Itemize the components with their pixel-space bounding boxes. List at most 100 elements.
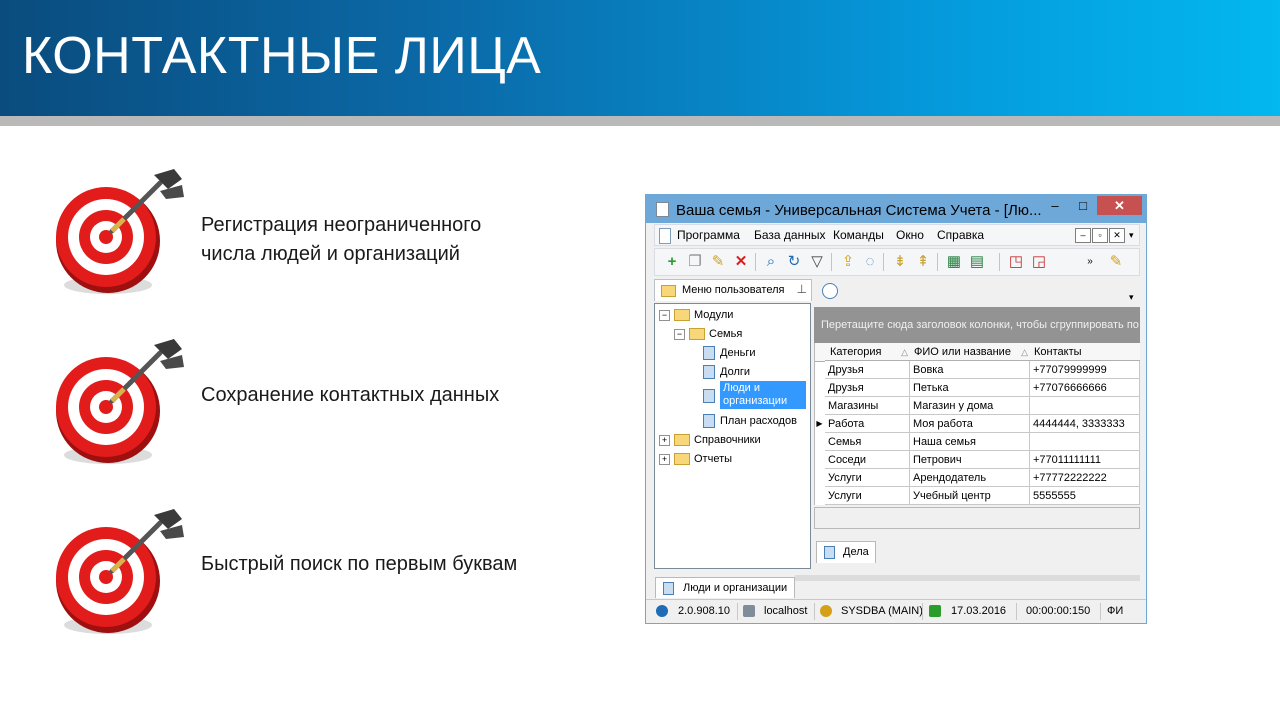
cell-contacts[interactable]: 5555555 bbox=[1030, 487, 1140, 505]
menu-item-commands[interactable]: Команды bbox=[833, 228, 884, 242]
tree-collapse-icon[interactable]: ⇞ bbox=[914, 253, 932, 271]
status-version: 2.0.908.10 bbox=[678, 605, 730, 617]
collapse-icon[interactable]: − bbox=[659, 309, 670, 321]
tab-tasks[interactable]: Дела bbox=[816, 541, 876, 563]
group-by-panel[interactable]: Перетащите сюда заголовок колонки, чтобы… bbox=[814, 307, 1140, 343]
cell-name[interactable]: Вовка bbox=[910, 361, 1030, 379]
excel-export-icon[interactable]: ▦ bbox=[945, 253, 963, 271]
cell-contacts[interactable]: 4444444, 3333333 bbox=[1030, 415, 1140, 433]
tree-node-people-orgs[interactable]: Люди и организации bbox=[703, 381, 807, 411]
window-titlebar[interactable]: Ваша семья - Универсальная Система Учета… bbox=[646, 195, 1146, 223]
cell-contacts[interactable]: +77076666666 bbox=[1030, 379, 1140, 397]
column-header-contacts[interactable]: Контакты bbox=[1030, 343, 1140, 361]
clock-icon[interactable] bbox=[822, 283, 838, 299]
mdi-close-icon[interactable]: ✕ bbox=[1109, 228, 1125, 243]
filter-icon[interactable]: ▽ bbox=[808, 253, 826, 271]
column-header-name[interactable]: ФИО или название △ bbox=[910, 343, 1030, 361]
menu-item-window[interactable]: Окно bbox=[896, 228, 924, 242]
mdi-minimize-icon[interactable]: – bbox=[1075, 228, 1091, 243]
export-icon[interactable]: ⇪ bbox=[839, 253, 857, 271]
target-icon bbox=[56, 169, 184, 294]
tree-node-expense-plan[interactable]: План расходов bbox=[703, 412, 797, 430]
tree-node-debts[interactable]: Долги bbox=[703, 363, 750, 381]
navigation-tree: − Модули − Семья Деньги Долги Люди и орган… bbox=[654, 303, 811, 569]
cell-name[interactable]: Петрович bbox=[910, 451, 1030, 469]
grid-footer bbox=[814, 507, 1140, 529]
pin-icon[interactable]: ⊥ bbox=[797, 282, 807, 296]
status-server: localhost bbox=[764, 605, 808, 617]
add-icon[interactable]: + bbox=[663, 253, 681, 271]
settings-icon[interactable]: ✎ bbox=[1107, 253, 1125, 271]
tree-node-references[interactable]: + Справочники bbox=[659, 431, 761, 449]
user-icon bbox=[820, 605, 832, 617]
search-icon[interactable]: ⌕ bbox=[762, 253, 780, 271]
menu-item-help[interactable]: Справка bbox=[937, 228, 984, 242]
cell-contacts[interactable]: +77772222222 bbox=[1030, 469, 1140, 487]
cell-name[interactable]: Учебный центр bbox=[910, 487, 1030, 505]
sort-icon: △ bbox=[901, 347, 908, 357]
expand-icon[interactable]: + bbox=[659, 434, 670, 446]
cell-category[interactable]: Соседи bbox=[825, 451, 910, 469]
bullet-text-registration: Регистрация неограниченного числа людей … bbox=[201, 214, 482, 265]
grid-toolbar-dropdown-icon[interactable]: ▾ bbox=[1129, 292, 1134, 303]
user-menu-header[interactable]: Меню пользователя ⊥ bbox=[654, 279, 812, 301]
folder-icon bbox=[674, 434, 690, 447]
slide-title: КОНТАКТНЫЕ ЛИЦА bbox=[22, 27, 542, 85]
cell-category[interactable]: Семья bbox=[825, 433, 910, 451]
status-separator bbox=[1016, 603, 1017, 620]
close-window-icon[interactable]: ◲ bbox=[1030, 253, 1048, 271]
toolbar-separator bbox=[883, 253, 884, 271]
cell-name[interactable]: Наша семья bbox=[910, 433, 1030, 451]
tree-node-modules[interactable]: − Модули bbox=[659, 306, 733, 324]
edit-icon[interactable]: ✎ bbox=[709, 253, 727, 271]
copy-icon[interactable]: ❐ bbox=[686, 253, 704, 271]
column-header-category[interactable]: Категория △ bbox=[825, 343, 910, 361]
refresh-icon[interactable]: ↻ bbox=[785, 253, 803, 271]
title-banner: КОНТАКТНЫЕ ЛИЦА bbox=[0, 0, 1280, 116]
menu-item-database[interactable]: База данных bbox=[754, 228, 825, 242]
cell-contacts[interactable] bbox=[1030, 433, 1140, 451]
document-icon bbox=[703, 346, 715, 361]
status-timer: 00:00:00:150 bbox=[1026, 605, 1091, 617]
cell-name[interactable]: Моя работа bbox=[910, 415, 1030, 433]
tree-node-reports[interactable]: + Отчеты bbox=[659, 450, 732, 468]
target-icon bbox=[56, 509, 184, 634]
tree-node-family[interactable]: − Семья bbox=[674, 325, 742, 343]
cell-category[interactable]: Работа bbox=[825, 415, 910, 433]
status-extra: ФИ bbox=[1107, 605, 1124, 617]
mdi-restore-icon[interactable]: ▫ bbox=[1092, 228, 1108, 243]
status-separator bbox=[922, 603, 923, 620]
document-icon bbox=[703, 414, 715, 429]
cell-contacts[interactable]: +77011111111 bbox=[1030, 451, 1140, 469]
collapse-icon[interactable]: − bbox=[674, 328, 685, 340]
status-user: SYSDBA (MAIN) bbox=[841, 605, 923, 617]
cell-category[interactable]: Магазины bbox=[825, 397, 910, 415]
cell-category[interactable]: Друзья bbox=[825, 379, 910, 397]
menu-overflow-icon[interactable]: ▾ bbox=[1129, 230, 1134, 241]
toolbar-overflow-icon[interactable]: » bbox=[1081, 253, 1099, 271]
cell-contacts[interactable]: +77079999999 bbox=[1030, 361, 1140, 379]
contacts-grid: Категория △ ФИО или название △ Контакты Др… bbox=[814, 343, 1140, 505]
tab-people-orgs-label: Люди и организации bbox=[683, 582, 788, 594]
cell-category[interactable]: Услуги bbox=[825, 487, 910, 505]
expand-icon[interactable]: + bbox=[659, 453, 670, 465]
excel-import-icon[interactable]: ▤ bbox=[968, 253, 986, 271]
close-button[interactable]: ✕ bbox=[1097, 196, 1142, 215]
tab-people-orgs[interactable]: Люди и организации bbox=[655, 577, 795, 598]
cell-contacts[interactable] bbox=[1030, 397, 1140, 415]
delete-icon[interactable]: ✕ bbox=[732, 253, 750, 271]
title-divider bbox=[0, 116, 1280, 126]
window-title: Ваша семья - Универсальная Система Учета… bbox=[676, 202, 1042, 219]
new-window-icon[interactable]: ◳ bbox=[1007, 253, 1025, 271]
cell-name[interactable]: Арендодатель bbox=[910, 469, 1030, 487]
menu-item-program[interactable]: Программа bbox=[677, 228, 740, 242]
tree-expand-icon[interactable]: ⇟ bbox=[891, 253, 909, 271]
comment-icon[interactable]: ◌ bbox=[861, 253, 879, 271]
cell-category[interactable]: Услуги bbox=[825, 469, 910, 487]
cell-name[interactable]: Магазин у дома bbox=[910, 397, 1030, 415]
minimize-button[interactable]: – bbox=[1042, 196, 1068, 215]
tree-node-money[interactable]: Деньги bbox=[703, 344, 756, 362]
cell-category[interactable]: Друзья bbox=[825, 361, 910, 379]
cell-name[interactable]: Петька bbox=[910, 379, 1030, 397]
maximize-button[interactable]: □ bbox=[1070, 196, 1096, 215]
